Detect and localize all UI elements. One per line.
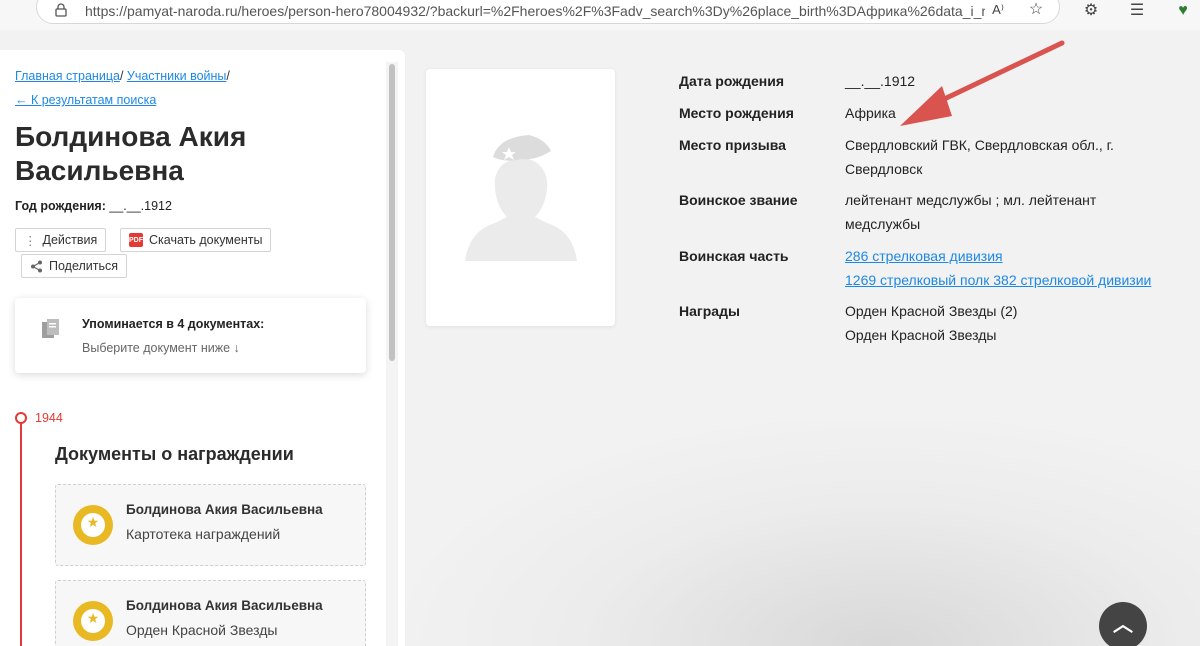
- document-type: Орден Красной Звезды: [126, 622, 278, 638]
- share-icon: [31, 260, 42, 272]
- awards-list: Орден Красной Звезды (2) Орден Красной З…: [845, 299, 1017, 347]
- award-item: Орден Красной Звезды: [845, 327, 997, 343]
- health-icon[interactable]: ♥: [1172, 0, 1194, 22]
- annotation-arrow-icon: [900, 40, 1065, 126]
- document-person-name: Болдинова Акия Васильевна: [126, 598, 323, 613]
- unit-link[interactable]: 286 стрелковая дивизия: [845, 244, 1151, 268]
- rank-value: лейтенант медслужбы ; мл. лейтенант медс…: [845, 192, 1097, 232]
- page-title: Болдинова Акия Васильевна: [15, 121, 247, 186]
- document-type: Картотека награждений: [126, 526, 281, 542]
- mentions-title: Упоминается в 4 документах:: [82, 317, 265, 331]
- kebab-icon: ⋮: [24, 233, 37, 248]
- pdf-icon: PDF: [129, 233, 143, 247]
- awards-label: Награды: [679, 303, 740, 319]
- breadcrumb-home-link[interactable]: Главная страница: [15, 69, 120, 83]
- scroll-to-top-button[interactable]: ︿: [1099, 602, 1147, 646]
- birth-year-label: Год рождения:: [15, 199, 106, 213]
- rank-label: Воинское звание: [679, 192, 798, 208]
- scrollbar-thumb[interactable]: [389, 64, 395, 361]
- award-documents-heading: Документы о награждении: [55, 444, 294, 464]
- lock-icon: [55, 3, 67, 17]
- favorites-list-icon[interactable]: ☰: [1126, 0, 1148, 22]
- medal-icon: ★: [73, 505, 113, 545]
- soldier-silhouette-icon: [465, 135, 577, 261]
- document-card[interactable]: ★ Болдинова Акия Васильевна Орден Красно…: [55, 580, 366, 646]
- draft-place-value: Свердловский ГВК, Свердловская обл., г. …: [845, 137, 1114, 177]
- background-photo: [405, 420, 1200, 646]
- timeline-line: [20, 420, 22, 646]
- documents-icon: [42, 319, 59, 338]
- hero-photo-placeholder: [426, 69, 615, 326]
- read-aloud-icon[interactable]: A⁾: [987, 0, 1009, 21]
- award-item: Орден Красной Звезды (2): [845, 303, 1018, 319]
- favorite-star-icon[interactable]: ☆: [1025, 0, 1047, 21]
- download-label: Скачать документы: [149, 233, 263, 247]
- birth-year: Год рождения: __.__.1912: [15, 199, 172, 213]
- actions-button[interactable]: ⋮ Действия: [15, 228, 107, 252]
- unit-links: 286 стрелковая дивизия 1269 стрелковый п…: [845, 244, 1151, 292]
- breadcrumb-participants-link[interactable]: Участники войны: [127, 69, 227, 83]
- timeline-dot: [15, 412, 27, 424]
- medal-icon: ★: [73, 601, 113, 641]
- birth-place-value: Африка: [845, 105, 896, 121]
- unit-label: Воинская часть: [679, 248, 789, 264]
- birth-year-value: __.__.1912: [109, 199, 172, 213]
- download-documents-button[interactable]: PDF Скачать документы: [120, 228, 272, 252]
- actions-label: Действия: [42, 233, 98, 247]
- breadcrumb: Главная страница/ Участники войны/: [15, 69, 230, 83]
- draft-place-label: Место призыва: [679, 137, 786, 153]
- url-text[interactable]: https://pamyat-naroda.ru/heroes/person-h…: [85, 3, 985, 19]
- unit-link[interactable]: 1269 стрелковый полк 382 стрелковой диви…: [845, 268, 1151, 292]
- back-to-results-link[interactable]: ← К результатам поиска: [15, 93, 156, 107]
- extensions-icon[interactable]: ⚙: [1080, 0, 1102, 22]
- mentions-card[interactable]: Упоминается в 4 документах: Выберите док…: [15, 298, 366, 373]
- birth-place-label: Место рождения: [679, 105, 794, 121]
- browser-toolbar: https://pamyat-naroda.ru/heroes/person-h…: [0, 0, 1200, 30]
- mentions-subtitle: Выберите документ ниже ↓: [82, 341, 240, 355]
- timeline-year: 1944: [35, 411, 63, 425]
- birth-date-label: Дата рождения: [679, 73, 785, 89]
- document-card[interactable]: ★ Болдинова Акия Васильевна Картотека на…: [55, 484, 366, 566]
- document-person-name: Болдинова Акия Васильевна: [126, 502, 323, 517]
- share-button[interactable]: Поделиться: [21, 254, 128, 278]
- address-bar[interactable]: https://pamyat-naroda.ru/heroes/person-h…: [36, 0, 1060, 24]
- share-label: Поделиться: [49, 259, 119, 273]
- hero-sidebar: Главная страница/ Участники войны/ ← К р…: [0, 50, 405, 646]
